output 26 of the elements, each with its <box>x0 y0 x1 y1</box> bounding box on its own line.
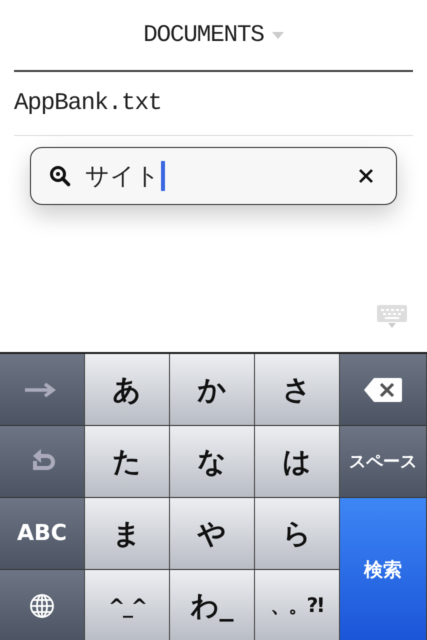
key[interactable]: か <box>170 354 255 426</box>
search-field[interactable]: サイト <box>30 147 397 205</box>
key[interactable]: わ_ <box>170 570 255 640</box>
key[interactable]: ら <box>255 498 340 570</box>
key[interactable]: さ <box>255 354 340 426</box>
document-item[interactable]: AppBank.txt <box>14 72 413 136</box>
key[interactable]: ABC <box>0 498 85 570</box>
globe-icon <box>29 592 55 618</box>
undo-key[interactable] <box>0 426 85 498</box>
delete-key[interactable] <box>340 354 427 426</box>
clear-icon[interactable] <box>358 168 374 184</box>
key[interactable]: スペース <box>340 426 427 498</box>
key[interactable]: ま <box>85 498 170 570</box>
header-title[interactable]: DOCUMENTS <box>143 22 264 48</box>
globe-key[interactable] <box>0 570 85 640</box>
key[interactable]: 、。?! <box>255 570 340 640</box>
key[interactable]: は <box>255 426 340 498</box>
key[interactable]: あ <box>85 354 170 426</box>
search-key[interactable]: 検索 <box>340 498 427 640</box>
key[interactable]: な <box>170 426 255 498</box>
next-key[interactable] <box>0 354 85 426</box>
search-icon <box>49 165 71 187</box>
key[interactable]: た <box>85 426 170 498</box>
key[interactable]: ^_^ <box>85 570 170 640</box>
backspace-icon <box>364 378 402 402</box>
key[interactable]: や <box>170 498 255 570</box>
